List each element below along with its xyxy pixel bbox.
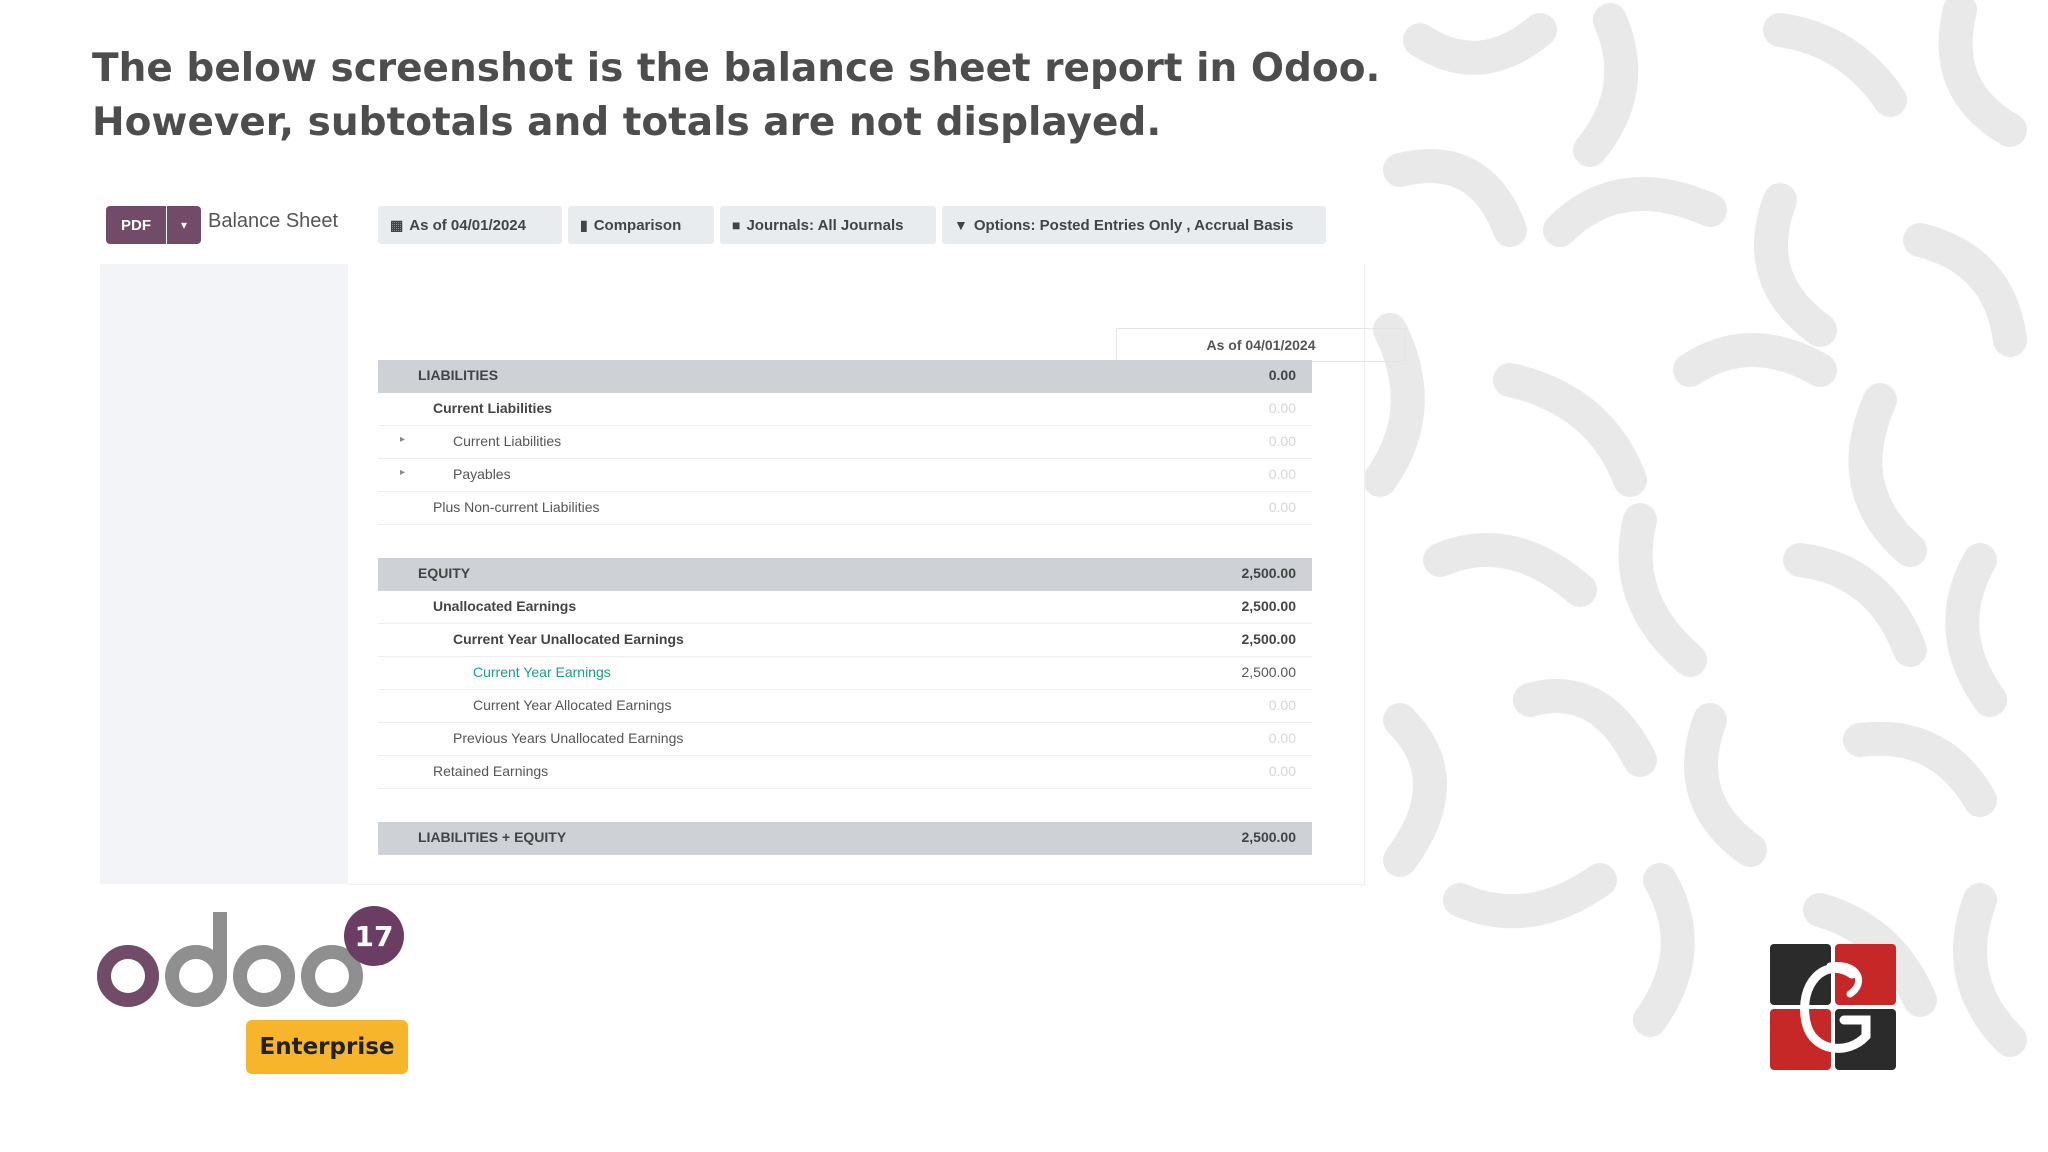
control-panel: PDF ▾ Balance Sheet ▦ As of 04/01/2024 ▮… <box>100 196 1366 264</box>
line-amount: 0.00 <box>1268 763 1296 779</box>
report-line-previous-years-unallocated[interactable]: Previous Years Unallocated Earnings 0.00 <box>378 723 1312 756</box>
line-label: Current Year Unallocated Earnings <box>453 631 684 647</box>
comparison-filter[interactable]: ▮ Comparison <box>568 206 714 244</box>
line-amount: 2,500.00 <box>1241 565 1297 581</box>
report-line-liabilities-plus-equity[interactable]: LIABILITIES + EQUITY 2,500.00 <box>378 822 1312 855</box>
line-amount: 0.00 <box>1268 466 1296 482</box>
slide-title-line-1: The below screenshot is the balance shee… <box>92 46 1381 91</box>
line-amount: 0.00 <box>1268 433 1296 449</box>
line-label: EQUITY <box>418 565 471 581</box>
background-pattern <box>1363 0 2027 1057</box>
report-line-non-current-liabilities[interactable]: Plus Non-current Liabilities 0.00 <box>378 492 1312 525</box>
line-label: Unallocated Earnings <box>433 598 577 614</box>
pdf-button[interactable]: PDF <box>106 206 166 244</box>
report-line-liabilities[interactable]: LIABILITIES 0.00 <box>378 360 1312 393</box>
report-line-payables[interactable]: ▸ Payables 0.00 <box>378 459 1312 492</box>
line-amount: 2,500.00 <box>1241 598 1297 614</box>
calendar-icon: ▦ <box>390 216 404 233</box>
report-line-retained-earnings[interactable]: Retained Earnings 0.00 <box>378 756 1312 789</box>
slide-title-line-2: However, subtotals and totals are not di… <box>92 100 1162 145</box>
line-label-link[interactable]: Current Year Earnings <box>473 664 611 680</box>
report-line-current-year-allocated[interactable]: Current Year Allocated Earnings 0.00 <box>378 690 1312 723</box>
line-amount: 0.00 <box>1268 400 1296 416</box>
slide-title: The below screenshot is the balance shee… <box>92 42 1392 150</box>
line-amount: 0.00 <box>1268 499 1296 515</box>
journals-filter[interactable]: ■ Journals: All Journals <box>720 206 936 244</box>
line-label: Retained Earnings <box>433 763 549 779</box>
line-label: Current Liabilities <box>453 433 562 449</box>
line-label: Current Year Allocated Earnings <box>473 697 672 713</box>
comparison-filter-label: Comparison <box>593 216 682 234</box>
report-line-current-year-earnings[interactable]: Current Year Earnings 2,500.00 <box>378 657 1312 690</box>
journals-filter-label: Journals: All Journals <box>746 216 904 234</box>
report-line-current-year-unallocated[interactable]: Current Year Unallocated Earnings 2,500.… <box>378 624 1312 657</box>
date-filter-label: As of 04/01/2024 <box>409 216 526 234</box>
options-filter[interactable]: ▼ Options: Posted Entries Only , Accrual… <box>942 206 1326 244</box>
caret-right-icon[interactable]: ▸ <box>400 467 405 478</box>
report-line-equity[interactable]: EQUITY 2,500.00 <box>378 558 1312 591</box>
report-line-unallocated-earnings[interactable]: Unallocated Earnings 2,500.00 <box>378 591 1312 624</box>
options-filter-label: Options: Posted Entries Only , Accrual B… <box>973 216 1294 234</box>
column-header: As of 04/01/2024 <box>1116 328 1406 362</box>
line-label: Plus Non-current Liabilities <box>433 499 600 515</box>
line-amount: 0.00 <box>1268 697 1296 713</box>
line-label: Payables <box>453 466 511 482</box>
pdf-dropdown-toggle[interactable]: ▾ <box>167 206 201 244</box>
report-line-current-liabilities-group[interactable]: Current Liabilities 0.00 <box>378 393 1312 426</box>
line-amount: 2,500.00 <box>1241 631 1297 647</box>
line-amount: 2,500.00 <box>1241 829 1297 845</box>
company-logo <box>1770 944 1896 1070</box>
line-label: LIABILITIES <box>418 367 499 383</box>
report-title: Balance Sheet <box>208 210 339 232</box>
line-amount: 0.00 <box>1268 730 1296 746</box>
caret-down-icon: ▾ <box>180 218 188 232</box>
book-icon: ■ <box>732 217 741 233</box>
version-badge: 17 <box>344 906 404 966</box>
line-label: Previous Years Unallocated Earnings <box>453 730 684 746</box>
date-filter[interactable]: ▦ As of 04/01/2024 <box>378 206 562 244</box>
line-label: Current Liabilities <box>433 400 553 416</box>
edition-badge: Enterprise <box>246 1020 408 1074</box>
report-line-current-liabilities[interactable]: ▸ Current Liabilities 0.00 <box>378 426 1312 459</box>
report-sidebar <box>100 264 348 884</box>
bar-chart-icon: ▮ <box>580 216 588 233</box>
line-amount: 2,500.00 <box>1241 664 1297 680</box>
filter-icon: ▼ <box>954 217 968 233</box>
caret-right-icon[interactable]: ▸ <box>400 434 405 445</box>
line-label: LIABILITIES + EQUITY <box>418 829 567 845</box>
line-amount: 0.00 <box>1268 367 1296 383</box>
